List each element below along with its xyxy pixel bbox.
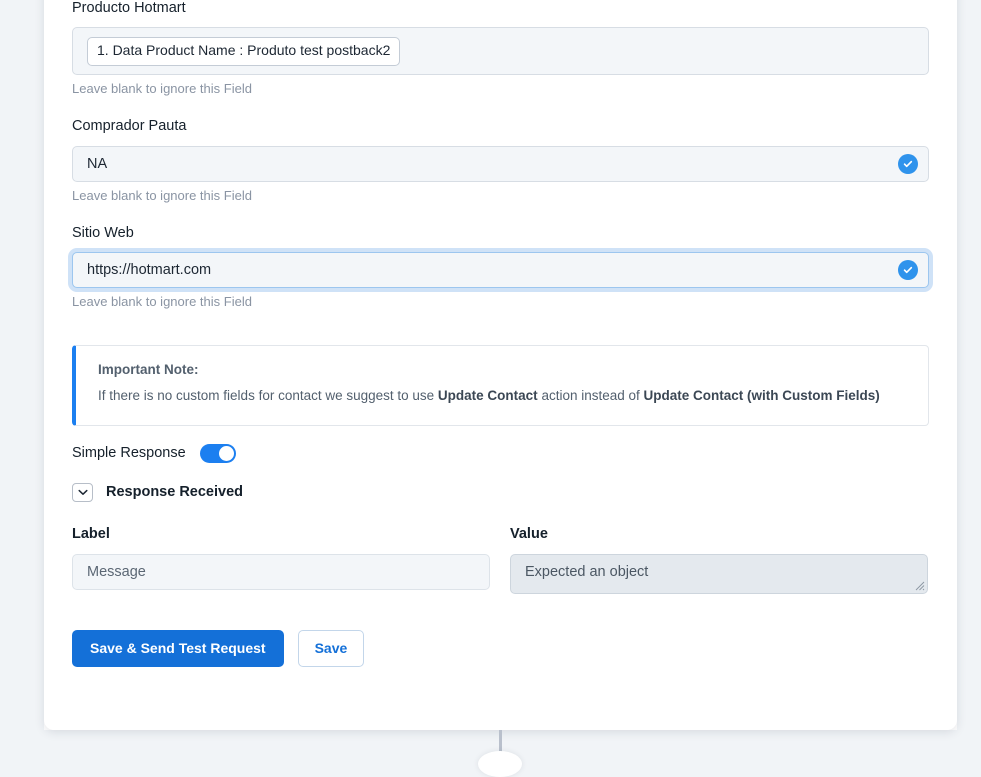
response-value-text: Expected an object (525, 563, 649, 580)
input-wrap-sitio-web: https://hotmart.com (72, 251, 929, 288)
field-label-producto-hotmart: Producto Hotmart (72, 0, 186, 16)
field-hint-producto-hotmart: Leave blank to ignore this Field (72, 81, 252, 97)
response-label-value: Message (87, 563, 146, 580)
comprador-pauta-input[interactable]: NA (72, 145, 929, 182)
input-wrap-comprador-pauta: NA (72, 145, 929, 182)
save-and-send-test-request-button[interactable]: Save & Send Test Request (72, 629, 284, 667)
response-label-column: Label Message (72, 526, 490, 594)
field-sitio-web: Sitio Web https://hotmart.com Leave blan… (72, 225, 929, 311)
action-config-card: Producto Hotmart 1. Data Product Name : … (44, 0, 957, 730)
field-hint-sitio-web: Leave blank to ignore this Field (72, 293, 252, 309)
response-received-header[interactable]: Response Received (72, 482, 929, 502)
note-text-1: If there is no custom fields for contact… (98, 387, 438, 403)
response-received-title: Response Received (106, 484, 244, 501)
field-label-comprador-pauta: Comprador Pauta (72, 118, 187, 135)
node-connector-endpoint (478, 751, 522, 777)
response-value-column: Value Expected an object (510, 526, 928, 594)
producto-hotmart-input[interactable]: 1. Data Product Name : Produto test post… (72, 27, 929, 76)
field-label-sitio-web: Sitio Web (72, 224, 134, 241)
simple-response-row: Simple Response (72, 443, 929, 463)
resize-grip-icon[interactable] (915, 581, 925, 591)
response-table: Label Message Value Expected an object (72, 526, 929, 594)
check-circle-icon (898, 259, 918, 280)
simple-response-label: Simple Response (72, 445, 186, 462)
toggle-knob (218, 445, 234, 461)
field-hint-comprador-pauta: Leave blank to ignore this Field (72, 187, 252, 203)
note-title: Important Note: (98, 361, 199, 377)
field-producto-hotmart: Producto Hotmart 1. Data Product Name : … (72, 0, 929, 98)
response-value-textarea[interactable]: Expected an object (510, 553, 928, 594)
column-header-value: Value (510, 525, 548, 542)
save-button[interactable]: Save (297, 629, 365, 667)
important-note-box: Important Note: If there is no custom fi… (72, 344, 929, 426)
merge-token-pill[interactable]: 1. Data Product Name : Produto test post… (87, 37, 401, 66)
card-content: Producto Hotmart 1. Data Product Name : … (72, 0, 929, 667)
note-bold-2: Update Contact (with Custom Fields) (643, 387, 880, 403)
form-actions: Save & Send Test Request Save (72, 629, 929, 667)
sitio-web-value: https://hotmart.com (87, 261, 212, 278)
note-bold-1: Update Contact (437, 387, 538, 403)
simple-response-toggle[interactable] (199, 443, 236, 463)
app-canvas: Producto Hotmart 1. Data Product Name : … (0, 0, 981, 777)
response-label-input[interactable]: Message (72, 553, 490, 590)
check-circle-icon (898, 153, 918, 174)
comprador-pauta-value: NA (87, 155, 108, 172)
column-header-label: Label (72, 525, 110, 542)
input-wrap-producto-hotmart: 1. Data Product Name : Produto test post… (72, 27, 929, 76)
note-body: If there is no custom fields for contact… (98, 386, 910, 407)
field-comprador-pauta: Comprador Pauta NA Leave blank to ignore… (72, 118, 929, 204)
chevron-down-icon[interactable] (72, 482, 93, 502)
sitio-web-input[interactable]: https://hotmart.com (72, 251, 929, 288)
note-text-2: action instead of (537, 387, 644, 403)
